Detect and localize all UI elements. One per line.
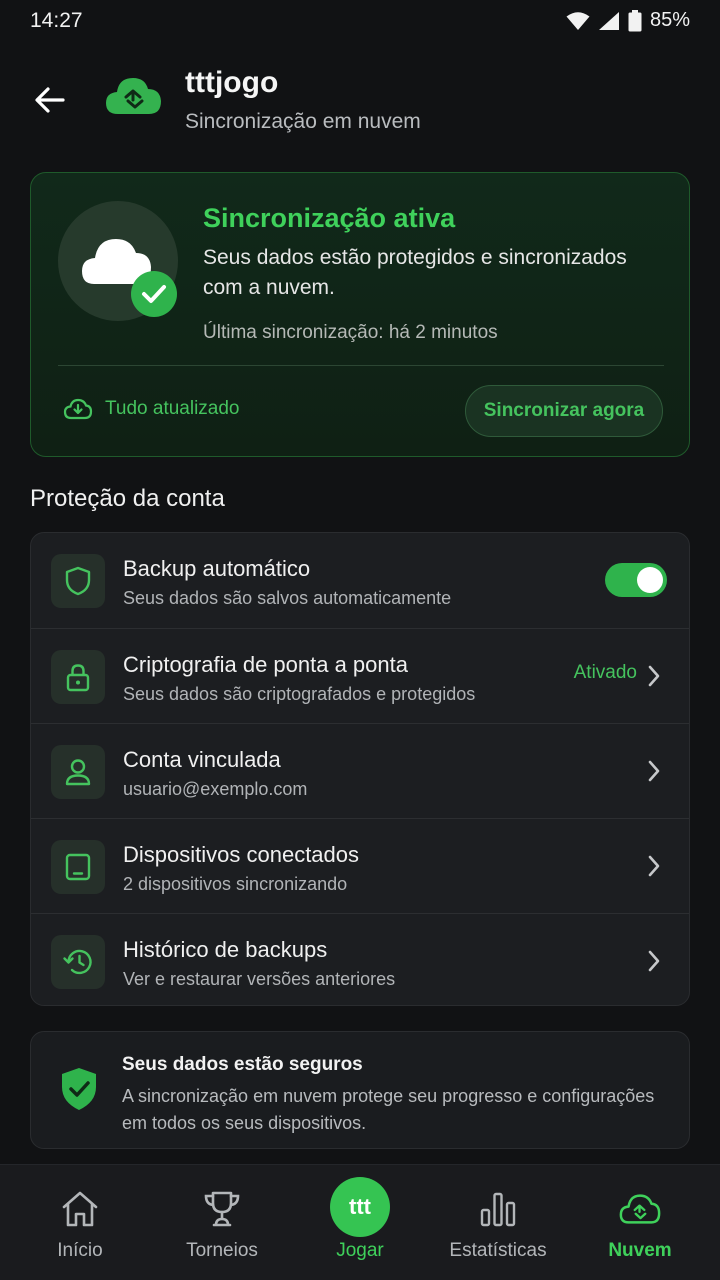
row-icon-bg [51,935,105,989]
nav-item-tournaments[interactable]: Torneios [150,1165,294,1280]
lock-icon [66,664,90,692]
setting-auto-backup[interactable]: Backup automático Seus dados são salvos … [31,533,689,627]
battery-icon [628,9,642,31]
history-icon [63,949,92,975]
nav-item-home[interactable]: Início [8,1165,152,1280]
sync-now-button[interactable]: Sincronizar agora [465,385,663,437]
secure-notice-description: A sincronização em nuvem protege seu pro… [122,1086,655,1133]
setting-encryption[interactable]: Criptografia de ponta a ponta Seus dados… [31,628,689,722]
setting-subtitle: Seus dados são criptografados e protegid… [123,684,476,704]
sync-title: Sincronização ativa [203,203,456,233]
arrow-left-icon [35,87,65,113]
home-icon [58,1187,102,1231]
setting-subtitle: 2 dispositivos sincronizando [123,874,348,894]
page-subtitle: Sincronização em nuvem [185,110,421,133]
secure-notice-title: Seus dados estão seguros [122,1054,363,1075]
nav-label: Início [57,1240,103,1261]
row-icon-bg [51,650,105,704]
row-icon-bg [51,745,105,799]
cloud-sync-icon [618,1187,662,1231]
setting-subtitle: Ver e restaurar versões anteriores [123,969,396,989]
auto-backup-toggle[interactable] [605,563,667,597]
account-protection-list: Backup automático Seus dados são salvos … [30,532,690,1006]
setting-backup-history[interactable]: Histórico de backups Ver e restaurar ver… [31,913,689,1005]
battery-level: 85% [649,9,690,31]
user-icon [65,759,91,786]
row-icon-bg [51,554,105,608]
cloud-check-icon [82,239,177,317]
nav-label: Torneios [186,1240,258,1261]
play-badge: ttt [330,1177,390,1237]
shield-icon [65,566,91,596]
chevron-right-icon [639,756,669,786]
sync-description: Seus dados estão protegidos e sincroniza… [203,246,627,299]
header: tttjogo Sincronização em nuvem [0,60,720,150]
setting-title: Histórico de backups [123,937,328,962]
row-icon-bg [51,840,105,894]
sync-status-card: Sincronização ativa Seus dados estão pro… [30,172,690,457]
cloud-done-icon [63,398,93,420]
toggle-knob [637,567,663,593]
chevron-right-icon [639,661,669,691]
setting-connected-devices[interactable]: Dispositivos conectados 2 dispositivos s… [31,818,689,912]
divider [58,365,664,366]
cloud-sync-screen: 14:27 85% tttjogo Sincronização em nuvem… [0,0,720,1280]
sync-status-text: Tudo atualizado [105,398,240,419]
setting-linked-account[interactable]: Conta vinculada usuario@exemplo.com [31,723,689,817]
nav-label: Jogar [336,1240,384,1261]
sync-hero [58,201,178,321]
nav-item-cloud[interactable]: Nuvem [568,1165,712,1280]
sync-status-label: Tudo atualizado [63,397,240,421]
shield-check-icon [62,1068,96,1110]
trophy-icon [200,1187,244,1231]
setting-title: Conta vinculada [123,747,281,772]
section-title: Proteção da conta [30,485,225,512]
bottom-navigation: Início Torneios ttt Jogar Estatísticas N… [0,1164,720,1280]
setting-subtitle: Seus dados são salvos automaticamente [123,588,452,608]
cloud-sync-logo-icon [106,78,161,114]
last-sync-time: Última sincronização: há 2 minutos [203,322,498,343]
status-time: 14:27 [30,9,83,32]
nav-item-play[interactable]: ttt Jogar [288,1165,432,1280]
chevron-right-icon [639,851,669,881]
tablet-icon [65,853,91,881]
secure-notice: Seus dados estão seguros A sincronização… [30,1031,690,1149]
setting-title: Dispositivos conectados [123,842,360,867]
status-bar: 14:27 85% [0,0,720,44]
page-title: tttjogo [185,66,279,99]
encryption-status: Ativado [573,662,637,683]
nav-label: Nuvem [608,1240,672,1261]
setting-title: Backup automático [123,556,311,581]
nav-label: Estatísticas [449,1240,547,1261]
setting-title: Criptografia de ponta a ponta [123,652,408,677]
wifi-icon [566,11,590,30]
nav-item-stats[interactable]: Estatísticas [426,1165,570,1280]
back-button[interactable] [28,78,72,122]
signal-icon [598,11,619,30]
chevron-right-icon [639,946,669,976]
bar-chart-icon [476,1187,520,1231]
status-indicators: 85% [566,9,690,32]
setting-subtitle: usuario@exemplo.com [123,779,308,799]
